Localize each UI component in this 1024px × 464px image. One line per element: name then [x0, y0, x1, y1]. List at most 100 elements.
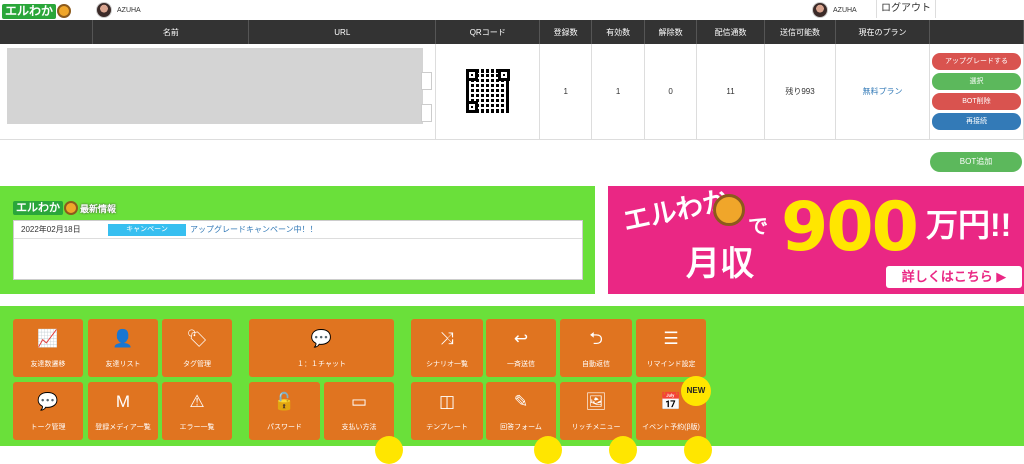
column-header-name: 名前 [92, 20, 250, 44]
news-title: 最新情報 [80, 203, 117, 214]
tile-label: リマインド設定 [646, 361, 696, 368]
chat-bubble-icon: 💬 [310, 329, 333, 348]
tile-label: 支払い方法 [341, 424, 377, 431]
warning-icon: ⚠ [189, 392, 205, 411]
menu-tile-answer-form[interactable]: ✎ 回答フォーム [486, 382, 556, 440]
column-header-blank [0, 20, 94, 44]
form-icon: ✎ [513, 392, 529, 411]
avatar [96, 2, 112, 18]
tile-label: パスワード [267, 424, 302, 431]
banner-income: 月収 [686, 245, 754, 283]
url-input[interactable] [421, 104, 432, 122]
column-header-deliveries: 配信通数 [696, 20, 766, 44]
menu-tile-tag-management[interactable]: 🏷 タグ管理 [162, 319, 232, 377]
monkey-mascot-icon [57, 4, 72, 18]
shuffle-icon: ⤨ [440, 329, 454, 348]
actions-cell: アップグレードする 選択 BOT削除 再接続 [929, 44, 1024, 140]
avatar [812, 2, 828, 18]
badge-dot [609, 436, 637, 464]
menu-tile-media-list[interactable]: M 登録メディア一覧 [88, 382, 158, 440]
active-count: 1 [591, 44, 646, 140]
banner-unit: 万円!! [926, 207, 1012, 243]
app-logo[interactable]: エルわか [2, 3, 72, 19]
news-section: エルわか 最新情報 2022年02月18日 キャンペーン アップグレードキャンペ… [0, 186, 595, 294]
banner-amount: 900 [781, 188, 919, 267]
logout-link[interactable]: ログアウト [876, 0, 936, 18]
menu-tile-rich-menu[interactable]: 🖼 リッチメニュー [560, 382, 632, 440]
comment-icon: 💬 [37, 392, 59, 411]
logo-text: エルわか [2, 3, 57, 19]
menu-tile-broadcast[interactable]: ↩ 一斉送信 [486, 319, 556, 377]
menu-tile-remind-settings[interactable]: ☰ リマインド設定 [636, 319, 706, 377]
tags-icon: 🏷 [186, 329, 208, 348]
list-item: 2022年02月18日 キャンペーン アップグレードキャンペーン中！！ [14, 221, 582, 239]
badge-dot [534, 436, 562, 464]
tile-label: 登録メディア一覧 [95, 424, 151, 431]
monkey-mascot-icon [713, 194, 745, 226]
menu-tile-friend-trend[interactable]: 📈 友達数遷移 [13, 319, 83, 377]
reply-icon: ↩ [513, 329, 529, 348]
username: AZUHA [833, 6, 857, 14]
tile-label: １：１チャット [297, 361, 346, 368]
tile-label: 一斉送信 [507, 361, 535, 368]
menu-tile-template[interactable]: ◫ テンプレート [411, 382, 483, 440]
user-menu-left[interactable]: AZUHA [96, 2, 141, 18]
menu-tile-error-list[interactable]: ⚠ エラー一覧 [162, 382, 232, 440]
user-menu-right[interactable]: AZUHA [812, 2, 857, 18]
tile-label: シナリオ一覧 [426, 361, 468, 368]
plan-cell: 無料プラン [835, 44, 930, 140]
badge-dot [684, 436, 712, 464]
list-icon: ☰ [663, 329, 679, 348]
qr-cell [435, 44, 541, 140]
menu-tile-payment-method[interactable]: ▭ 支払い方法 [324, 382, 394, 440]
url-input[interactable] [421, 72, 432, 90]
monkey-mascot-icon [64, 201, 78, 215]
tile-label: リッチメニュー [571, 424, 621, 431]
tile-label: 友達数遷移 [30, 361, 66, 368]
select-button[interactable]: 選択 [931, 72, 1021, 90]
menu-tile-talk-management[interactable]: 💬 トーク管理 [13, 382, 83, 440]
person-icon: 👤 [112, 329, 134, 348]
column-header-qr: QRコード [435, 20, 541, 44]
top-bar: エルわか AZUHA AZUHA ログアウト [0, 0, 1024, 20]
banner-particle: で [748, 216, 768, 238]
chart-line-icon: 📈 [37, 329, 59, 348]
menu-tile-friend-list[interactable]: 👤 友達リスト [88, 319, 158, 377]
add-bot-button[interactable]: BOT追加 [930, 152, 1022, 172]
tile-label: トーク管理 [30, 424, 66, 431]
username: AZUHA [117, 6, 141, 14]
tile-label: エラー一覧 [179, 424, 215, 431]
news-link[interactable]: アップグレードキャンペーン中！！ [190, 224, 318, 235]
promo-banner[interactable]: エルわか で 月収 900 万円!! 詳しくはこちら ▶ [608, 186, 1024, 294]
remaining-count: 残り993 [764, 44, 836, 140]
upgrade-button[interactable]: アップグレードする [931, 52, 1021, 70]
menu-tile-scenario-list[interactable]: ⤨ シナリオ一覧 [411, 319, 483, 377]
qr-finder [465, 69, 478, 82]
news-header: エルわか 最新情報 [13, 201, 116, 215]
qr-code-icon[interactable] [465, 69, 510, 114]
menu-tile-chat[interactable]: 💬 １：１チャット [249, 319, 394, 377]
column-header-plan: 現在のプラン [835, 20, 930, 44]
banner-cta-button[interactable]: 詳しくはこちら ▶ [886, 266, 1022, 288]
unsubscribed-count: 0 [644, 44, 698, 140]
tile-label: 回答フォーム [500, 424, 542, 431]
column-header-remaining: 送信可能数 [764, 20, 836, 44]
column-header-registered: 登録数 [539, 20, 593, 44]
tile-label: テンプレート [426, 424, 468, 431]
tile-label: タグ管理 [183, 361, 211, 368]
unlock-icon: 🔓 [273, 392, 296, 411]
delete-bot-button[interactable]: BOT削除 [931, 92, 1021, 110]
qr-finder [465, 101, 478, 114]
qr-finder [497, 69, 510, 82]
reconnect-button[interactable]: 再接続 [931, 112, 1021, 130]
registered-count: 1 [539, 44, 593, 140]
column-header-url: URL [248, 20, 437, 44]
card-icon: ▭ [350, 392, 368, 411]
columns-icon: ◫ [438, 392, 456, 411]
menu-tile-password[interactable]: 🔓 パスワード [249, 382, 320, 440]
plan-link[interactable]: 無料プラン [862, 87, 902, 96]
tile-label: 自動返信 [582, 361, 610, 368]
tile-label: 友達リスト [105, 361, 141, 368]
menu-tile-auto-reply[interactable]: ⮌ 自動返信 [560, 319, 632, 377]
new-badge: NEW [681, 376, 711, 406]
